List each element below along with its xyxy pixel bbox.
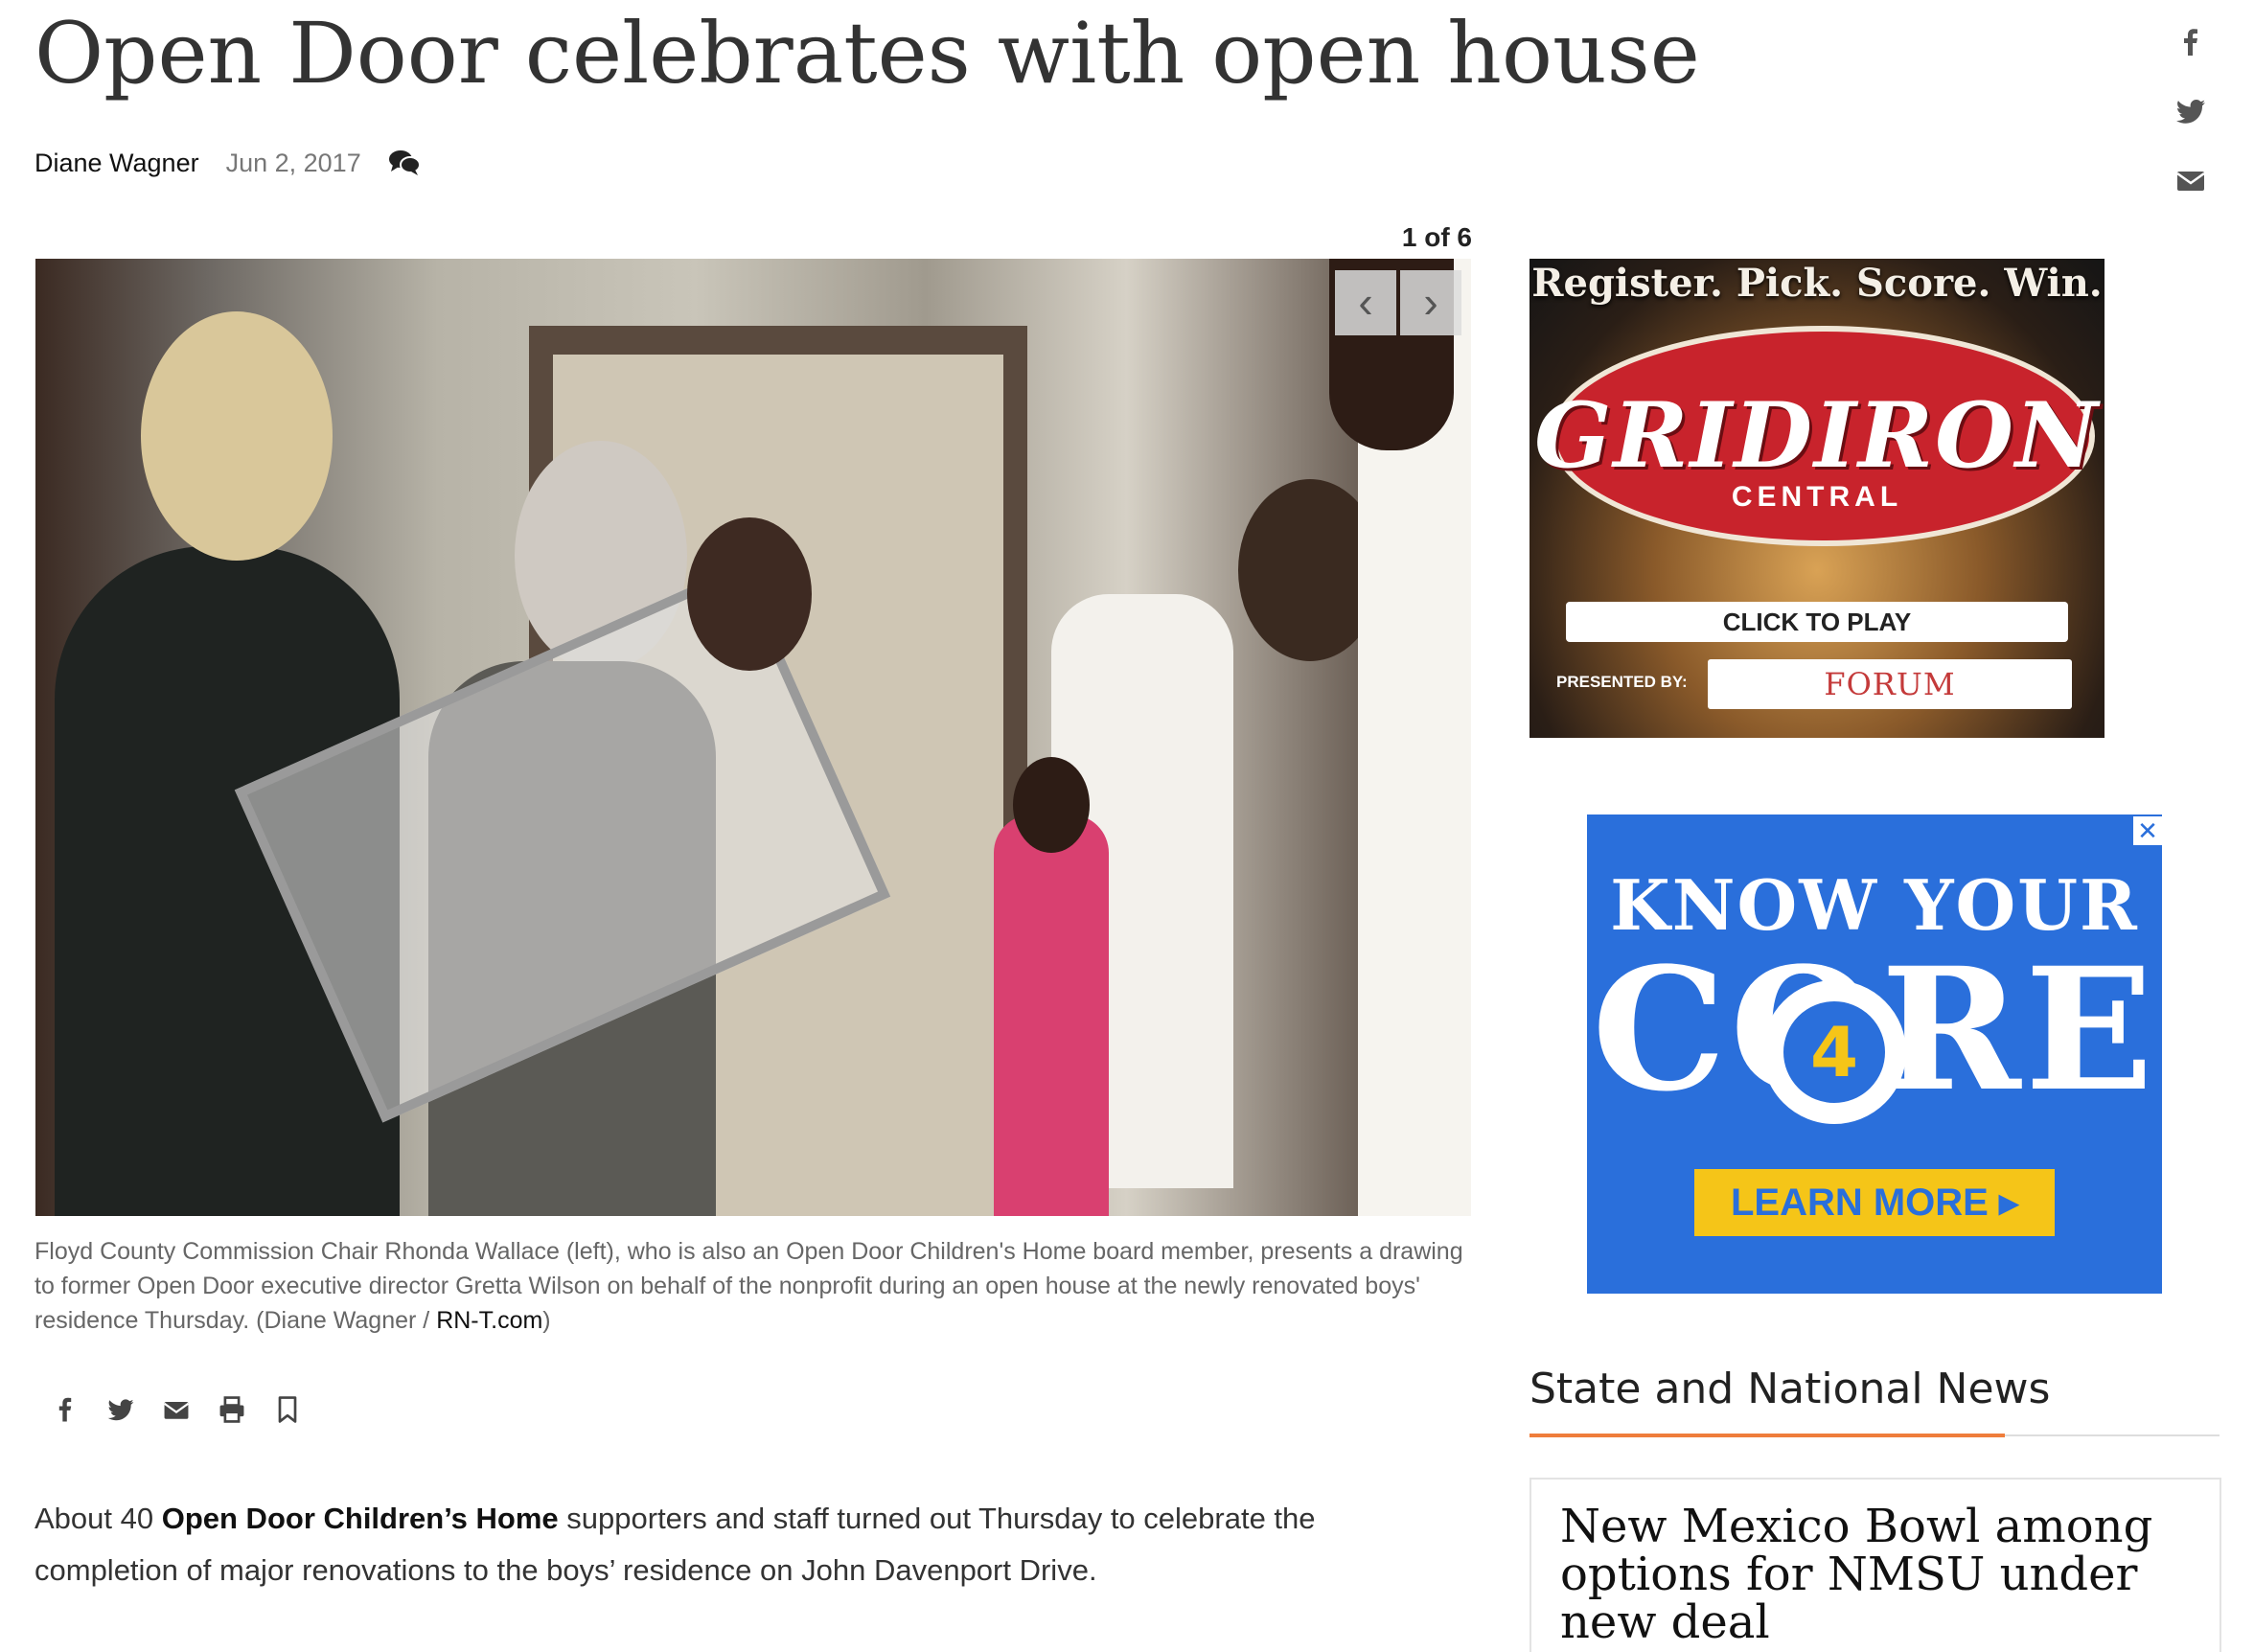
gallery-counter: 1 of 6 bbox=[1401, 222, 1472, 252]
share-toolbar bbox=[50, 1394, 303, 1425]
article-headline: Open Door celebrates with open house bbox=[34, 4, 1700, 103]
gallery-next-button[interactable]: › bbox=[1400, 270, 1461, 335]
ad-tagline: Register. Pick. Score. Win. bbox=[1531, 261, 2103, 306]
paragraph-text-start: About 40 bbox=[34, 1502, 162, 1535]
ad-brand-sub: CENTRAL bbox=[1731, 481, 1903, 513]
gallery-photo: ‹ › bbox=[35, 259, 1471, 1216]
ad-brand: GRIDIRON bbox=[1534, 383, 2100, 489]
news-headline-link[interactable]: New Mexico Bowl among options for NMSU u… bbox=[1560, 1503, 2193, 1646]
byline: Diane Wagner Jun 2, 2017 bbox=[34, 144, 421, 182]
channel-4-logo: 4 bbox=[1762, 980, 1906, 1124]
chevron-right-icon: › bbox=[1423, 277, 1438, 327]
facebook-icon[interactable] bbox=[2174, 25, 2208, 59]
presented-by-label: PRESENTED BY: bbox=[1556, 673, 1688, 691]
caption-end: ) bbox=[542, 1307, 551, 1334]
publish-date: Jun 2, 2017 bbox=[225, 148, 361, 177]
section-title: State and National News bbox=[1530, 1365, 2051, 1413]
author-link[interactable]: Diane Wagner bbox=[34, 149, 199, 178]
ad-close-button[interactable]: ✕ bbox=[2133, 816, 2162, 845]
photo-caption: Floyd County Commission Chair Rhonda Wal… bbox=[34, 1234, 1472, 1338]
twitter-icon[interactable] bbox=[105, 1394, 136, 1425]
gridiron-ad[interactable]: Register. Pick. Score. Win. GRIDIRON CEN… bbox=[1530, 259, 2104, 738]
organization-link[interactable]: Open Door Children’s Home bbox=[162, 1502, 559, 1535]
comments-icon[interactable] bbox=[388, 149, 421, 177]
bookmark-icon[interactable] bbox=[272, 1394, 303, 1425]
article-paragraph: About 40 Open Door Children’s Home suppo… bbox=[34, 1493, 1443, 1596]
facebook-icon[interactable] bbox=[50, 1394, 80, 1425]
news-card[interactable]: New Mexico Bowl among options for NMSU u… bbox=[1530, 1478, 2221, 1652]
twitter-icon[interactable] bbox=[2174, 94, 2208, 128]
print-icon[interactable] bbox=[217, 1394, 247, 1425]
chevron-left-icon: ‹ bbox=[1358, 277, 1373, 327]
sponsor-logo: FORUM bbox=[1708, 659, 2072, 709]
caption-credit-link[interactable]: RN-T.com bbox=[436, 1307, 542, 1334]
caption-text: Floyd County Commission Chair Rhonda Wal… bbox=[34, 1238, 1463, 1334]
email-icon[interactable] bbox=[161, 1394, 192, 1425]
know-your-core-ad[interactable]: ✕ KNOW YOUR CORE 4 LEARN MORE ▸ bbox=[1587, 815, 2162, 1294]
gallery-prev-button[interactable]: ‹ bbox=[1335, 270, 1396, 335]
share-sidebar bbox=[2174, 25, 2212, 232]
click-to-play-button[interactable]: CLICK TO PLAY bbox=[1566, 602, 2068, 642]
section-divider-accent bbox=[1530, 1434, 2005, 1437]
email-icon[interactable] bbox=[2174, 163, 2208, 197]
learn-more-button[interactable]: LEARN MORE ▸ bbox=[1694, 1169, 2055, 1236]
